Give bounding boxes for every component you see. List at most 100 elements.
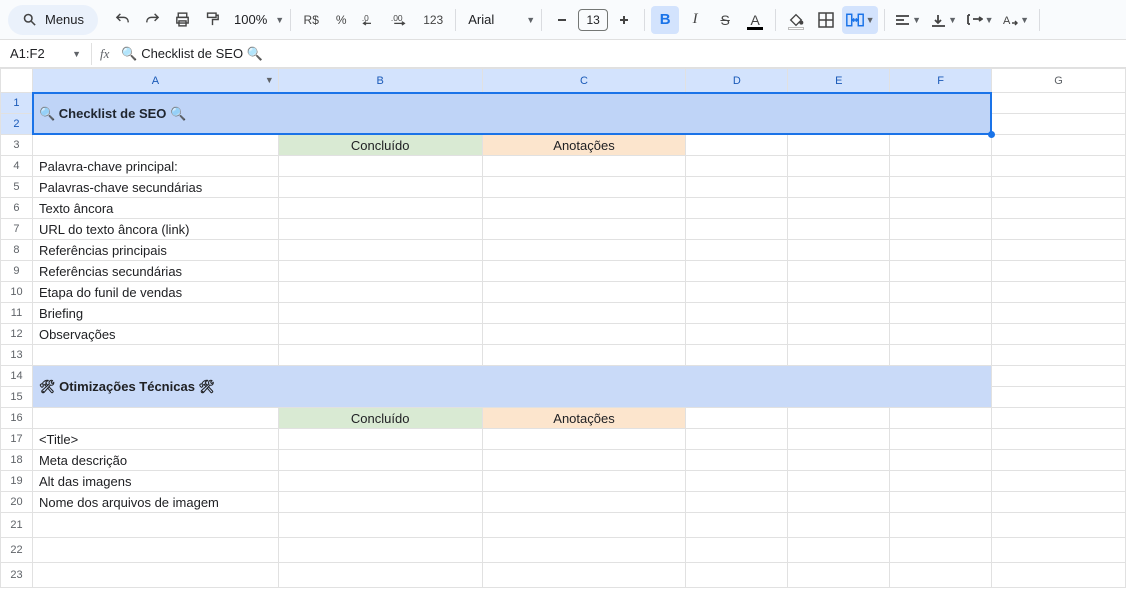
cell[interactable]: Palavras-chave secundárias: [32, 177, 278, 198]
cell[interactable]: [278, 450, 482, 471]
cell[interactable]: [992, 345, 1126, 366]
cell[interactable]: URL do texto âncora (link): [32, 219, 278, 240]
cell[interactable]: [278, 429, 482, 450]
row-header-5[interactable]: 5: [1, 177, 33, 198]
cell[interactable]: [482, 324, 686, 345]
cell[interactable]: [890, 198, 992, 219]
cell[interactable]: [992, 513, 1126, 538]
section-seo-title[interactable]: 🔍 Checklist de SEO 🔍: [32, 93, 991, 135]
cell[interactable]: [686, 282, 788, 303]
column-header-E[interactable]: E: [788, 69, 890, 93]
cell[interactable]: [686, 261, 788, 282]
more-formats-button[interactable]: 123: [417, 6, 449, 34]
zoom-dropdown[interactable]: 100% ▼: [228, 12, 284, 27]
cell[interactable]: [686, 429, 788, 450]
cell[interactable]: [32, 538, 278, 563]
column-header-D[interactable]: D: [686, 69, 788, 93]
cell[interactable]: [890, 240, 992, 261]
cell[interactable]: [992, 177, 1126, 198]
cell[interactable]: [278, 303, 482, 324]
text-wrap-button[interactable]: ▼: [963, 6, 997, 34]
cell[interactable]: [482, 219, 686, 240]
redo-button[interactable]: [138, 6, 166, 34]
row-header-3[interactable]: 3: [1, 135, 33, 156]
cell[interactable]: [992, 450, 1126, 471]
row-header-8[interactable]: 8: [1, 240, 33, 261]
cell[interactable]: [278, 240, 482, 261]
merge-cells-button[interactable]: ▼: [842, 6, 878, 34]
header-anotacoes[interactable]: Anotações: [482, 408, 686, 429]
cell[interactable]: [686, 177, 788, 198]
cell[interactable]: [788, 538, 890, 563]
cell[interactable]: [686, 492, 788, 513]
cell[interactable]: [992, 408, 1126, 429]
cell[interactable]: [686, 156, 788, 177]
column-header-B[interactable]: B: [278, 69, 482, 93]
cell[interactable]: [992, 538, 1126, 563]
cell[interactable]: [992, 492, 1126, 513]
percent-format-button[interactable]: %: [327, 6, 355, 34]
column-header-F[interactable]: F: [890, 69, 992, 93]
cell[interactable]: [890, 450, 992, 471]
cell[interactable]: [788, 408, 890, 429]
cell[interactable]: [686, 219, 788, 240]
cell[interactable]: [890, 303, 992, 324]
cell[interactable]: [992, 324, 1126, 345]
cell[interactable]: [482, 177, 686, 198]
cell[interactable]: [890, 324, 992, 345]
cell[interactable]: [788, 450, 890, 471]
cell[interactable]: Meta descrição: [32, 450, 278, 471]
row-header-17[interactable]: 17: [1, 429, 33, 450]
cell[interactable]: [788, 135, 890, 156]
cell[interactable]: [788, 282, 890, 303]
formula-bar-input[interactable]: 🔍 Checklist de SEO 🔍: [117, 46, 262, 62]
cell[interactable]: [32, 563, 278, 588]
row-header-11[interactable]: 11: [1, 303, 33, 324]
cell[interactable]: [278, 563, 482, 588]
row-header-1[interactable]: 1: [1, 93, 33, 114]
cell[interactable]: [482, 538, 686, 563]
header-concluido[interactable]: Concluído: [278, 135, 482, 156]
cell[interactable]: [278, 513, 482, 538]
horizontal-align-button[interactable]: ▼: [891, 6, 925, 34]
cell[interactable]: [686, 450, 788, 471]
cell[interactable]: [482, 492, 686, 513]
cell[interactable]: [890, 219, 992, 240]
cell[interactable]: [890, 282, 992, 303]
row-header-7[interactable]: 7: [1, 219, 33, 240]
cell[interactable]: [890, 345, 992, 366]
cell[interactable]: Observações: [32, 324, 278, 345]
cell[interactable]: [788, 471, 890, 492]
cell[interactable]: [890, 563, 992, 588]
cell[interactable]: [278, 261, 482, 282]
cell[interactable]: [278, 156, 482, 177]
increase-fontsize-button[interactable]: [610, 6, 638, 34]
cell[interactable]: [992, 282, 1126, 303]
cell[interactable]: [992, 198, 1126, 219]
cell[interactable]: [992, 156, 1126, 177]
text-color-button[interactable]: A: [741, 6, 769, 34]
cell[interactable]: Referências principais: [32, 240, 278, 261]
cell[interactable]: [992, 219, 1126, 240]
menus-button[interactable]: Menus: [8, 5, 98, 35]
cell[interactable]: [278, 282, 482, 303]
cell[interactable]: [278, 177, 482, 198]
cell[interactable]: [278, 345, 482, 366]
row-header-2[interactable]: 2: [1, 114, 33, 135]
name-box[interactable]: A1:F2 ▼: [4, 43, 92, 65]
italic-button[interactable]: I: [681, 6, 709, 34]
section-tech-title[interactable]: 🛠 Otimizações Técnicas 🛠: [32, 366, 991, 408]
cell[interactable]: [992, 387, 1126, 408]
chevron-down-icon[interactable]: ▼: [265, 75, 274, 85]
cell[interactable]: [890, 156, 992, 177]
vertical-align-button[interactable]: ▼: [927, 6, 961, 34]
cell[interactable]: [788, 177, 890, 198]
cell[interactable]: [686, 538, 788, 563]
cell[interactable]: [278, 198, 482, 219]
cell[interactable]: [482, 471, 686, 492]
cell[interactable]: [788, 156, 890, 177]
cell[interactable]: [788, 429, 890, 450]
cell[interactable]: [890, 408, 992, 429]
cell[interactable]: [686, 198, 788, 219]
cell[interactable]: [788, 345, 890, 366]
